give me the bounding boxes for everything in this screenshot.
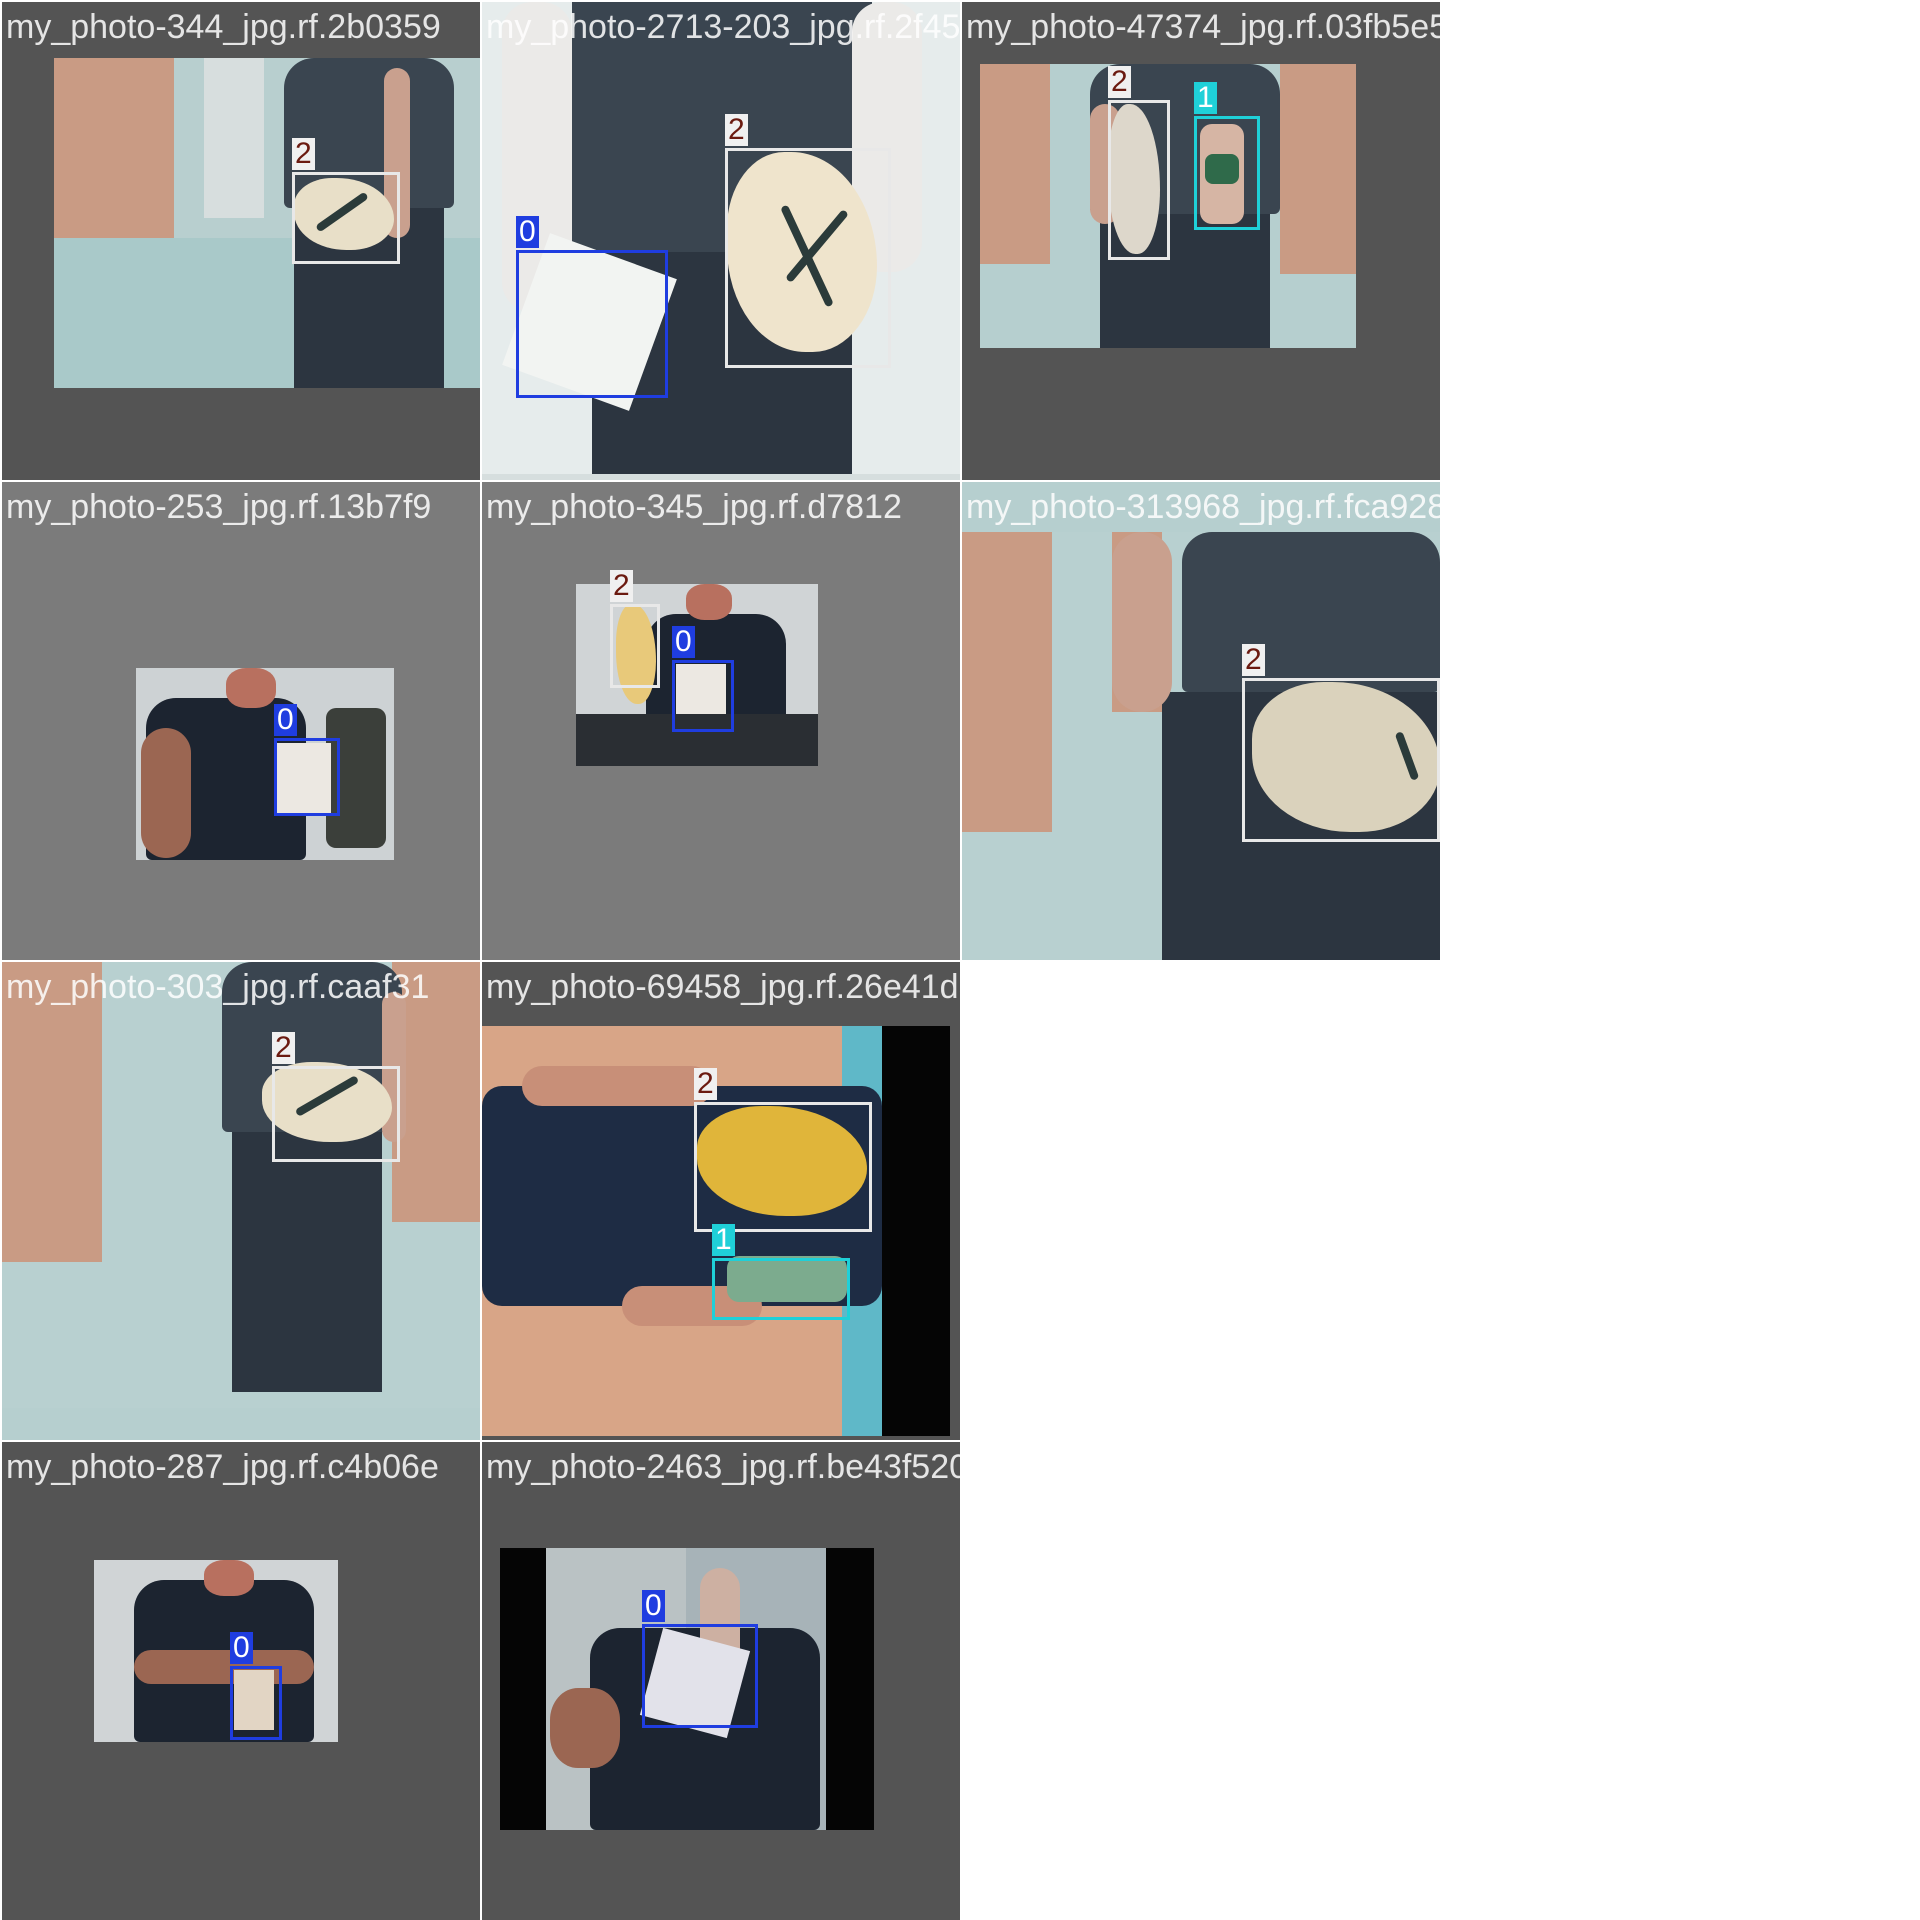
tile-filename: my_photo-253_jpg.rf.13b7f9 <box>6 488 432 526</box>
tile-9-photo <box>94 1560 338 1742</box>
bbox-class-0 <box>642 1624 758 1728</box>
tile-filename: my_photo-2713-203_jpg.rf.2f450 <box>486 8 960 46</box>
bbox-label-1: 1 <box>712 1224 735 1256</box>
bbox-class-0 <box>274 738 340 816</box>
bbox-class-2 <box>610 604 660 688</box>
tile-2[interactable]: 0 2 my_photo-2713-203_jpg.rf.2f450 <box>482 2 960 480</box>
bbox-class-2 <box>272 1066 400 1162</box>
bbox-class-2 <box>1108 100 1170 260</box>
bbox-class-2 <box>1242 678 1440 842</box>
bbox-label-0: 0 <box>642 1590 665 1622</box>
bbox-class-0 <box>516 250 668 398</box>
bbox-label-0: 0 <box>274 704 297 736</box>
bbox-class-1 <box>1194 116 1260 230</box>
bbox-class-2 <box>694 1102 872 1232</box>
tile-8[interactable]: 2 1 my_photo-69458_jpg.rf.26e41d3ab7cb8f… <box>482 962 960 1440</box>
bbox-label-0: 0 <box>516 216 539 248</box>
tile-1[interactable]: 2 my_photo-344_jpg.rf.2b0359 <box>2 2 480 480</box>
bbox-label-0: 0 <box>230 1632 253 1664</box>
tile-filename: my_photo-287_jpg.rf.c4b06e <box>6 1448 439 1486</box>
tile-filename: my_photo-47374_jpg.rf.03fb5e51f20dd24689… <box>966 8 1440 46</box>
bbox-label-2: 2 <box>694 1068 717 1100</box>
bbox-class-2 <box>292 172 400 264</box>
bbox-label-2: 2 <box>272 1032 295 1064</box>
tile-filename: my_photo-303_jpg.rf.caaf31 <box>6 968 430 1006</box>
tile-10[interactable]: 0 my_photo-2463_jpg.rf.be43f5205cb03de6c… <box>482 1442 960 1920</box>
tile-filename: my_photo-344_jpg.rf.2b0359 <box>6 8 441 46</box>
bbox-label-2: 2 <box>1242 644 1265 676</box>
tile-filename: my_photo-2463_jpg.rf.be43f5205cb03de6c2b… <box>486 1448 960 1486</box>
bbox-label-2: 2 <box>1108 66 1131 98</box>
tile-filename: my_photo-345_jpg.rf.d7812 <box>486 488 902 526</box>
tile-3[interactable]: 2 1 my_photo-47374_jpg.rf.03fb5e51f20dd2… <box>962 2 1440 480</box>
tile-5[interactable]: 2 0 my_photo-345_jpg.rf.d7812 <box>482 482 960 960</box>
tile-6[interactable]: 2 my_photo-313968_jpg.rf.fca9284b9670140… <box>962 482 1440 960</box>
bbox-class-1 <box>712 1258 850 1320</box>
tile-4[interactable]: 0 my_photo-253_jpg.rf.13b7f9 <box>2 482 480 960</box>
bbox-label-0: 0 <box>672 626 695 658</box>
bbox-class-2 <box>725 148 891 368</box>
bbox-label-2: 2 <box>725 114 748 146</box>
tile-7-photo <box>2 962 480 1408</box>
tile-filename: my_photo-69458_jpg.rf.26e41d3ab7cb8f72a7… <box>486 968 960 1006</box>
tile-filename: my_photo-313968_jpg.rf.fca9284b9670140dc… <box>966 488 1440 526</box>
tile-4-photo <box>136 668 394 860</box>
bbox-label-2: 2 <box>610 570 633 602</box>
bbox-class-0 <box>672 660 734 732</box>
tile-9[interactable]: 0 my_photo-287_jpg.rf.c4b06e <box>2 1442 480 1920</box>
bbox-label-2: 2 <box>292 138 315 170</box>
tile-1-photo <box>54 58 480 388</box>
bbox-label-1: 1 <box>1194 82 1217 114</box>
bbox-class-0 <box>230 1666 282 1740</box>
tile-7[interactable]: 2 my_photo-303_jpg.rf.caaf31 <box>2 962 480 1440</box>
